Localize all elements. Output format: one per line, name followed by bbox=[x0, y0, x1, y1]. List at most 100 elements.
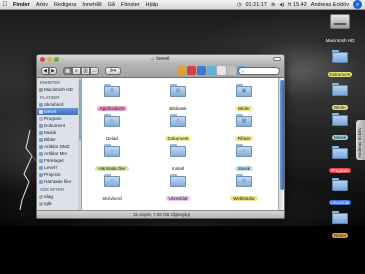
folder-icon: ◇ bbox=[104, 114, 120, 127]
spotlight-search-icon[interactable]: ⌕ bbox=[353, 0, 362, 9]
list-view-button[interactable]: ≡ bbox=[72, 67, 81, 75]
sidebar-item-hamtade-filer[interactable]: Hämtade filer bbox=[37, 178, 81, 185]
search-icon: ⌕ bbox=[242, 69, 245, 74]
menu-redigera[interactable]: Redigera bbox=[51, 0, 79, 10]
folder-skrivbord[interactable]: ▭ Skrivbord bbox=[90, 174, 134, 205]
desktop-folder-label: Utvecklat bbox=[328, 200, 352, 205]
desktop-folder-label: Musik bbox=[332, 135, 348, 140]
sidebar-item-program[interactable]: Program bbox=[37, 115, 81, 122]
folder-musik[interactable]: ♪ Musik bbox=[222, 144, 266, 175]
sidebar-item-bilder[interactable]: Bilder bbox=[37, 136, 81, 143]
minimize-button[interactable] bbox=[47, 57, 52, 62]
home-icon: ⌂ bbox=[151, 56, 155, 62]
sidebar-item-label: Artiklar DMZ bbox=[44, 144, 70, 149]
desktop-drive-macintosh-hd[interactable]: Macintosh HD bbox=[318, 14, 362, 47]
sidebar-header-devices: ENHETER bbox=[40, 80, 61, 85]
close-button[interactable] bbox=[40, 57, 45, 62]
menu-bar:  Finder Arkiv Redigera Innehåll Gå Föns… bbox=[0, 0, 365, 10]
content-scrollbar[interactable] bbox=[278, 78, 284, 212]
side-drawer-tab[interactable]: Andreas Ecklöv bbox=[356, 120, 365, 160]
menu-app-name[interactable]: Finder bbox=[10, 0, 33, 10]
folder-icon bbox=[39, 144, 43, 149]
app-shortcut-icon[interactable] bbox=[187, 66, 196, 75]
folder-bilder[interactable]: ▣ Bilder bbox=[222, 84, 266, 115]
folder-label: Delad bbox=[105, 136, 118, 141]
sidebar-item-foretaget[interactable]: Företaget bbox=[37, 157, 81, 164]
content-scroll-thumb[interactable] bbox=[280, 80, 284, 190]
user-name[interactable]: Andreas Ecklöv bbox=[309, 0, 351, 10]
sidebar-item-label: Dokument bbox=[44, 123, 65, 128]
menu-ga[interactable]: Gå bbox=[105, 0, 118, 10]
applications-icon bbox=[39, 116, 43, 121]
folder-install[interactable]: Install bbox=[156, 144, 200, 175]
sidebar-item-projects[interactable]: Projects bbox=[37, 171, 81, 178]
folder-icon bbox=[39, 165, 43, 170]
sidebar-item-musik[interactable]: Musik bbox=[37, 129, 81, 136]
sidebar-item-igar[interactable]: Igår bbox=[37, 200, 81, 207]
hard-drive-icon bbox=[330, 14, 350, 29]
dark-horizon bbox=[0, 226, 365, 274]
back-button[interactable]: ◀ bbox=[41, 67, 49, 75]
folder-label: Install bbox=[171, 166, 184, 171]
action-gear-button[interactable]: ✲▾ bbox=[105, 67, 121, 75]
desktop-folder-bilder[interactable]: Bilder bbox=[318, 83, 362, 114]
sidebar-item-idag[interactable]: Idag bbox=[37, 193, 81, 200]
folder-bibliotek[interactable]: ▤ Bibliotek bbox=[156, 84, 200, 115]
menu-extras: ◷ 01:21:17 ≋ ◂) fr 15.42 Andreas Ecklöv … bbox=[235, 0, 365, 10]
folder-icon bbox=[39, 130, 43, 135]
desktop-folder-filmer[interactable]: Filmer bbox=[318, 211, 362, 242]
folder-filmer[interactable]: ▦ Filmer bbox=[222, 114, 266, 145]
folder-hamtade-filer[interactable]: ↓ Hämtade filer bbox=[90, 144, 134, 175]
sidebar-item-level7[interactable]: Level7 bbox=[37, 164, 81, 171]
desktop-folder-utvecklat[interactable]: Utvecklat bbox=[318, 178, 362, 209]
date-time[interactable]: fr 15.42 bbox=[286, 0, 309, 10]
app-shortcut-icon[interactable] bbox=[177, 66, 186, 75]
menu-innehall[interactable]: Innehåll bbox=[79, 0, 104, 10]
sidebar-item-dokument[interactable]: Dokument bbox=[37, 122, 81, 129]
sidebar-header-places: PLATSER bbox=[40, 95, 60, 100]
folder-label: Webbsidor bbox=[230, 196, 258, 201]
app-shortcut-icon[interactable] bbox=[227, 66, 236, 75]
sidebar-scroll-thumb[interactable] bbox=[78, 80, 81, 140]
timer-readout[interactable]: 01:21:17 bbox=[244, 0, 269, 10]
sidebar-item-artiklar-mh[interactable]: Artiklar MH bbox=[37, 150, 81, 157]
sidebar-item-skrivbord[interactable]: Skrivbord bbox=[37, 101, 81, 108]
folder-dokument[interactable]: ≡ Dokument bbox=[156, 114, 200, 145]
app-shortcut-icon[interactable] bbox=[197, 66, 206, 75]
folder-applications[interactable]: A Applications bbox=[90, 84, 134, 115]
window-titlebar[interactable]: ⌂ loevet bbox=[37, 55, 284, 64]
folder-delad[interactable]: ◇ Delad bbox=[90, 114, 134, 145]
apple-menu-icon[interactable]:  bbox=[0, 0, 10, 10]
app-shortcut-icon[interactable] bbox=[207, 66, 216, 75]
folder-utvecklat[interactable]: Utvecklat bbox=[156, 174, 200, 205]
sidebar-item-label: Företaget bbox=[44, 158, 64, 163]
forward-button[interactable]: ▶ bbox=[49, 67, 57, 75]
desktop-folder-dokument[interactable]: Dokument bbox=[318, 50, 362, 81]
sidebar-item-loevet[interactable]: loevet bbox=[37, 108, 81, 115]
sidebar-item-artiklar-dmz[interactable]: Artiklar DMZ bbox=[37, 143, 81, 150]
column-view-button[interactable]: ▥ bbox=[81, 67, 90, 75]
sidebar-item-macintosh-hd[interactable]: Macintosh HD bbox=[37, 86, 81, 93]
finder-window: ⌂ loevet ◀ ▶ ▦ ≡ ▥ ▭ ✲▾ ⌕ ENHETER Macint… bbox=[36, 54, 285, 219]
desktop-folder-label: Filmer bbox=[331, 233, 349, 238]
toolbar-toggle-button[interactable] bbox=[273, 57, 281, 61]
sidebar-item-label: Artiklar MH bbox=[44, 151, 67, 156]
menu-fonster[interactable]: Fönster bbox=[118, 0, 143, 10]
sidebar-scrollbar[interactable] bbox=[78, 78, 81, 212]
folder-webbsidor[interactable]: ◎ Webbsidor bbox=[222, 174, 266, 205]
zoom-button[interactable] bbox=[54, 57, 59, 62]
coverflow-view-button[interactable]: ▭ bbox=[90, 67, 99, 75]
wifi-icon[interactable]: ≋ bbox=[269, 0, 278, 10]
status-bar: 15 objekt, 7,59 GB tillgängligt bbox=[37, 210, 284, 218]
search-field[interactable]: ⌕ bbox=[238, 67, 280, 75]
icon-view-button[interactable]: ▦ bbox=[63, 67, 72, 75]
folder-icon: ▤ bbox=[170, 84, 186, 97]
menu-arkiv[interactable]: Arkiv bbox=[33, 0, 51, 10]
app-shortcut-icon[interactable] bbox=[217, 66, 226, 75]
folder-label: Utvecklat bbox=[165, 196, 191, 201]
clock-icon[interactable]: ◷ bbox=[235, 0, 244, 10]
volume-icon[interactable]: ◂) bbox=[278, 0, 287, 10]
menu-hjalp[interactable]: Hjälp bbox=[143, 0, 162, 10]
sidebar-item-label: Idag bbox=[44, 194, 53, 199]
desktop-folder-icon bbox=[39, 102, 43, 107]
